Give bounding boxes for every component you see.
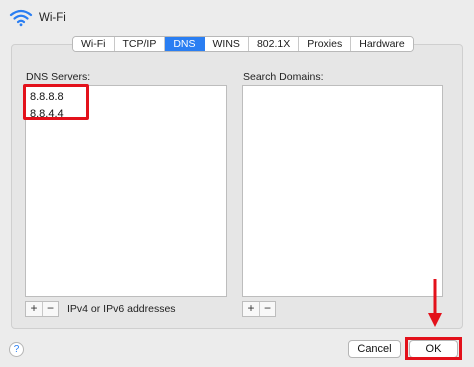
remove-domain-button[interactable]: −: [259, 302, 275, 316]
down-arrow-icon: [428, 279, 442, 327]
tab-hardware[interactable]: Hardware: [351, 37, 413, 51]
tab-8021x[interactable]: 802.1X: [248, 37, 300, 51]
wifi-icon: [9, 9, 33, 27]
tab-tcpip[interactable]: TCP/IP: [114, 37, 166, 51]
ok-button-highlight: [405, 337, 462, 360]
search-domains-label: Search Domains:: [243, 71, 324, 83]
tab-proxies[interactable]: Proxies: [299, 37, 352, 51]
dns-entries-highlight: [23, 84, 89, 120]
tab-bar: Wi-Fi TCP/IP DNS WINS 802.1X Proxies Har…: [72, 36, 414, 52]
tab-dns[interactable]: DNS: [165, 37, 205, 51]
dns-servers-label: DNS Servers:: [26, 71, 91, 83]
dns-hint-text: IPv4 or IPv6 addresses: [67, 303, 176, 315]
tab-wins[interactable]: WINS: [204, 37, 249, 51]
help-icon[interactable]: ?: [9, 342, 24, 357]
cancel-button[interactable]: Cancel: [348, 340, 401, 358]
domains-add-remove-group: + −: [242, 301, 276, 317]
dns-add-remove-group: + −: [25, 301, 59, 317]
window-title: Wi-Fi: [39, 12, 66, 24]
remove-dns-button[interactable]: −: [42, 302, 58, 316]
search-domains-list[interactable]: [242, 85, 443, 297]
add-dns-button[interactable]: +: [26, 302, 42, 316]
window-header: Wi-Fi: [0, 0, 474, 32]
tab-wifi[interactable]: Wi-Fi: [73, 37, 115, 51]
add-domain-button[interactable]: +: [243, 302, 259, 316]
